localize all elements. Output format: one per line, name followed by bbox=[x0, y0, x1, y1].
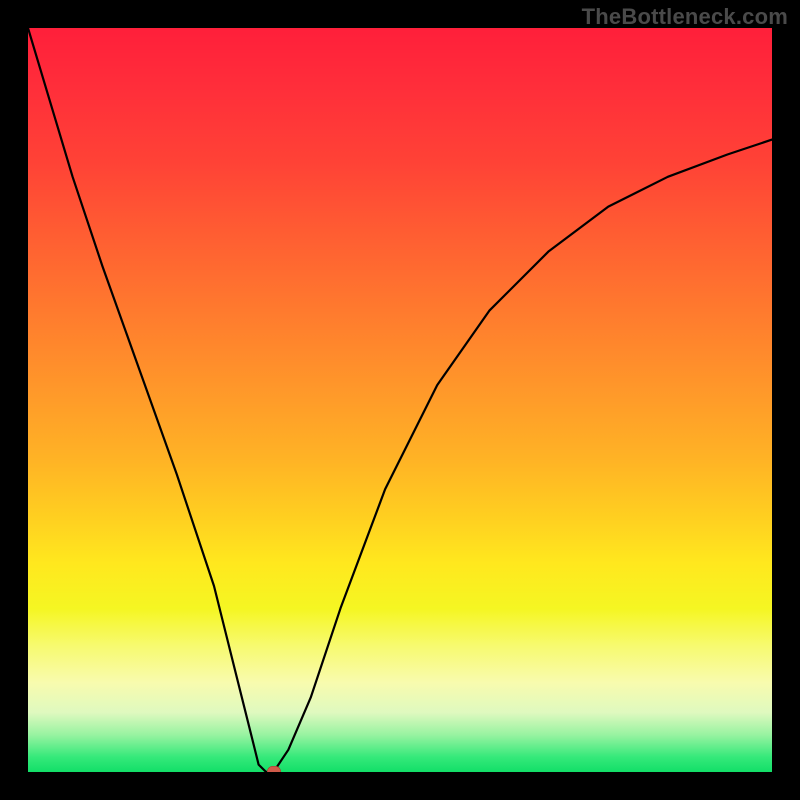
curve-path bbox=[28, 28, 772, 772]
plot-area bbox=[28, 28, 772, 772]
watermark-text: TheBottleneck.com bbox=[582, 4, 788, 30]
bottleneck-curve bbox=[28, 28, 772, 772]
chart-frame: TheBottleneck.com bbox=[0, 0, 800, 800]
optimal-marker bbox=[267, 766, 281, 772]
